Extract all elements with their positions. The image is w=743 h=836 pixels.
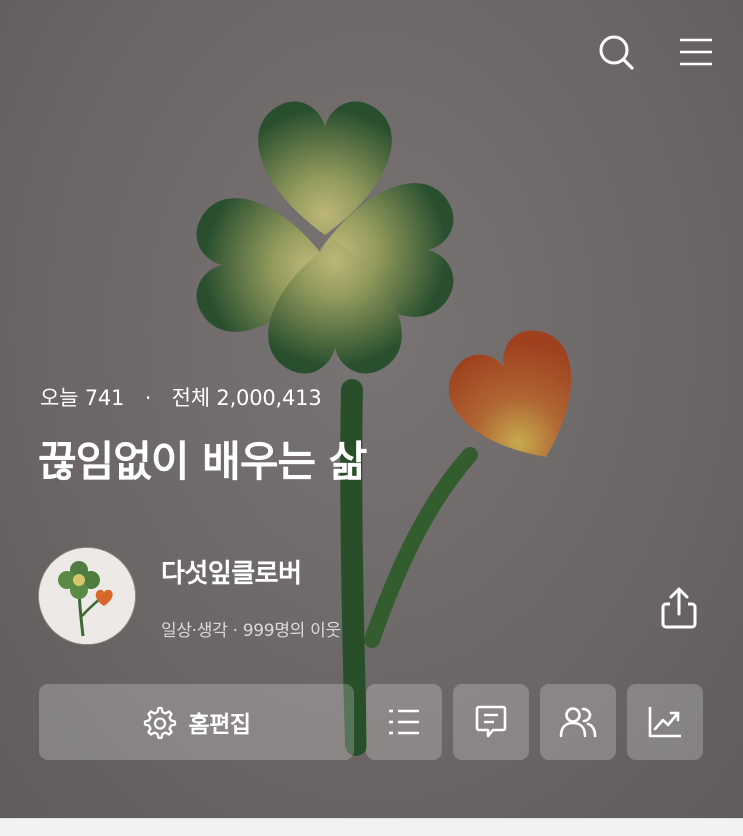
home-edit-label: 홈편집 <box>188 712 251 738</box>
list-icon <box>389 709 419 735</box>
today-count: 741 <box>84 386 125 410</box>
today-label: 오늘 <box>40 386 79 410</box>
avatar-clover-image <box>39 548 135 644</box>
blog-cover: 오늘 741 · 전체 2,000,413 끊임없이 배우는 삶 다섯잎클로버 … <box>0 0 743 818</box>
comment-icon <box>475 705 507 738</box>
statistics-button[interactable] <box>627 684 703 760</box>
search-icon <box>599 35 634 70</box>
neighbors-button[interactable] <box>540 684 616 760</box>
menu-button[interactable] <box>674 30 718 74</box>
menu-icon <box>680 38 712 66</box>
blog-meta[interactable]: 일상·생각 · 999명의 이웃 <box>161 616 341 641</box>
search-button[interactable] <box>594 30 638 74</box>
avatar[interactable] <box>39 548 135 644</box>
share-icon <box>661 587 697 629</box>
stats-separator: · <box>144 386 152 410</box>
guestbook-button[interactable] <box>453 684 529 760</box>
home-edit-button[interactable]: 홈편집 <box>39 684 354 760</box>
total-count: 2,000,413 <box>216 386 322 410</box>
blog-title: 끊임없이 배우는 삶 <box>38 437 367 486</box>
share-button[interactable] <box>655 584 703 632</box>
total-label: 전체 <box>171 386 210 410</box>
blog-nickname[interactable]: 다섯잎클로버 <box>161 553 302 590</box>
people-icon <box>559 707 597 738</box>
chart-icon <box>648 707 681 738</box>
gear-icon <box>143 706 176 739</box>
content-divider <box>0 818 743 836</box>
visitor-stats: 오늘 741 · 전체 2,000,413 <box>40 382 322 412</box>
post-list-button[interactable] <box>366 684 442 760</box>
